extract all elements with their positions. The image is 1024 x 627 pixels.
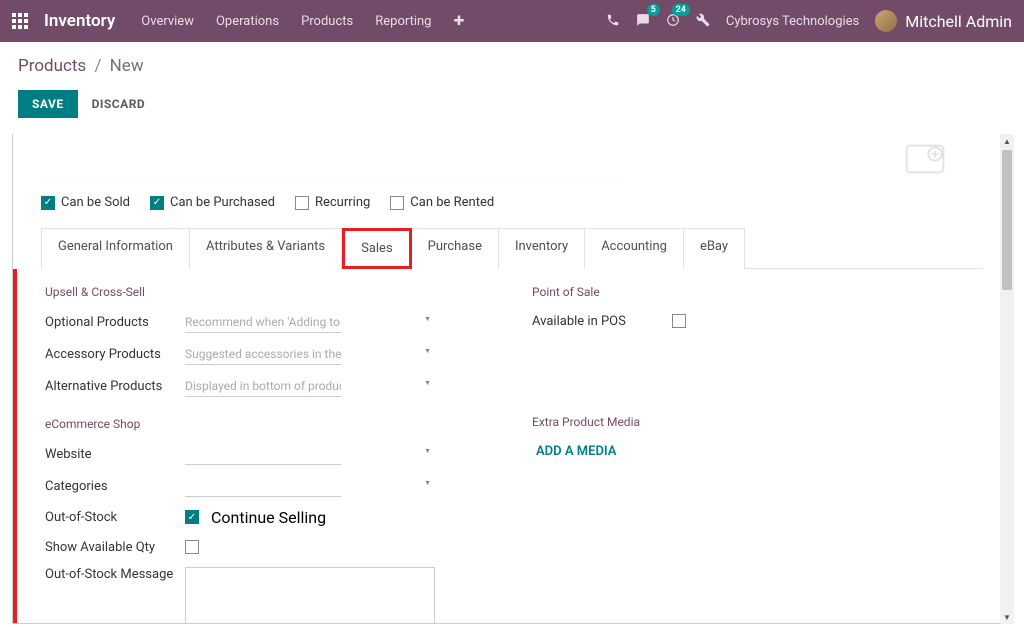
alternative-products-input[interactable]: [185, 376, 341, 397]
add-media-button[interactable]: ADD A MEDIA: [536, 444, 616, 459]
website-input[interactable]: [185, 444, 341, 465]
scrollbar[interactable]: ▲ ▼: [1000, 134, 1014, 624]
label-show-qty: Show Available Qty: [45, 540, 185, 555]
activity-icon[interactable]: 24: [666, 12, 680, 31]
control-panel: Products / New SAVE DISCARD: [0, 42, 1024, 128]
tab-attributes[interactable]: Attributes & Variants: [190, 228, 342, 269]
form-sheet: ✓Can be Sold ✓Can be Purchased Recurring…: [12, 134, 1012, 624]
tab-accounting[interactable]: Accounting: [585, 228, 684, 269]
user-menu[interactable]: Mitchell Admin: [875, 10, 1012, 32]
apps-menu-icon[interactable]: [12, 13, 28, 29]
tab-ebay[interactable]: eBay: [684, 228, 745, 269]
action-buttons: SAVE DISCARD: [18, 90, 1006, 118]
tab-inventory[interactable]: Inventory: [499, 228, 585, 269]
breadcrumb-current: New: [110, 56, 144, 76]
label-optional: Optional Products: [45, 315, 185, 330]
show-qty-checkbox[interactable]: [185, 540, 199, 554]
nav-operations[interactable]: Operations: [216, 14, 279, 29]
scroll-down-icon[interactable]: ▼: [1000, 610, 1014, 624]
label-website: Website: [45, 447, 185, 462]
tab-bar: General Information Attributes & Variant…: [41, 228, 983, 269]
oos-message-input[interactable]: [185, 567, 435, 624]
section-ecommerce: eCommerce Shop: [45, 417, 492, 431]
tab-general[interactable]: General Information: [41, 228, 190, 269]
can-be-purchased-checkbox[interactable]: ✓Can be Purchased: [150, 195, 275, 210]
scroll-up-icon[interactable]: ▲: [1000, 134, 1014, 148]
messages-badge: 5: [647, 4, 660, 16]
recurring-checkbox[interactable]: Recurring: [295, 195, 370, 210]
top-navbar: Inventory Overview Operations Products R…: [0, 0, 1024, 42]
nav-items: Overview Operations Products Reporting ✚: [141, 14, 464, 29]
nav-reporting[interactable]: Reporting: [375, 14, 431, 29]
tab-purchase[interactable]: Purchase: [412, 228, 499, 269]
plus-icon[interactable]: ✚: [453, 14, 464, 29]
sales-tab-content: Upsell & Cross-Sell Optional Products Ac…: [13, 269, 1011, 624]
product-name-input[interactable]: [41, 144, 621, 179]
user-name: Mitchell Admin: [905, 12, 1012, 31]
messages-icon[interactable]: 5: [636, 12, 650, 31]
accessory-products-input[interactable]: [185, 344, 341, 365]
section-extra-media: Extra Product Media: [532, 415, 979, 429]
breadcrumb: Products / New: [18, 56, 1006, 76]
label-accessory: Accessory Products: [45, 347, 185, 362]
categories-input[interactable]: [185, 476, 341, 497]
section-upsell: Upsell & Cross-Sell: [45, 285, 492, 299]
save-button[interactable]: SAVE: [18, 90, 78, 118]
tools-icon[interactable]: [696, 12, 710, 31]
product-header: [41, 144, 983, 179]
options-row: ✓Can be Sold ✓Can be Purchased Recurring…: [41, 195, 983, 210]
nav-products[interactable]: Products: [301, 14, 353, 29]
nav-overview[interactable]: Overview: [141, 14, 194, 29]
label-oos-msg: Out-of-Stock Message: [45, 567, 185, 582]
activity-badge: 24: [672, 4, 690, 16]
company-selector[interactable]: Cybrosys Technologies: [726, 14, 859, 29]
label-available-pos: Available in POS: [532, 314, 672, 329]
avatar: [875, 10, 897, 32]
breadcrumb-parent[interactable]: Products: [18, 56, 86, 76]
available-pos-checkbox[interactable]: [672, 314, 686, 328]
out-of-stock-check[interactable]: ✓Continue Selling: [185, 508, 326, 527]
can-be-rented-checkbox[interactable]: Can be Rented: [390, 195, 494, 210]
tab-sales[interactable]: Sales: [342, 228, 412, 269]
discard-button[interactable]: DISCARD: [92, 97, 146, 111]
navbar-left: Inventory Overview Operations Products R…: [12, 11, 464, 31]
optional-products-input[interactable]: [185, 312, 341, 333]
label-categories: Categories: [45, 479, 185, 494]
can-be-sold-checkbox[interactable]: ✓Can be Sold: [41, 195, 130, 210]
label-alternative: Alternative Products: [45, 379, 185, 394]
phone-icon[interactable]: [606, 12, 620, 31]
product-image-placeholder[interactable]: [887, 144, 963, 174]
scroll-thumb[interactable]: [1002, 150, 1012, 290]
sheet-container: ✓Can be Sold ✓Can be Purchased Recurring…: [12, 134, 1012, 624]
navbar-right: 5 24 Cybrosys Technologies Mitchell Admi…: [606, 10, 1012, 32]
label-out-of-stock: Out-of-Stock: [45, 510, 185, 525]
app-brand[interactable]: Inventory: [44, 11, 115, 31]
section-pos: Point of Sale: [532, 285, 979, 299]
